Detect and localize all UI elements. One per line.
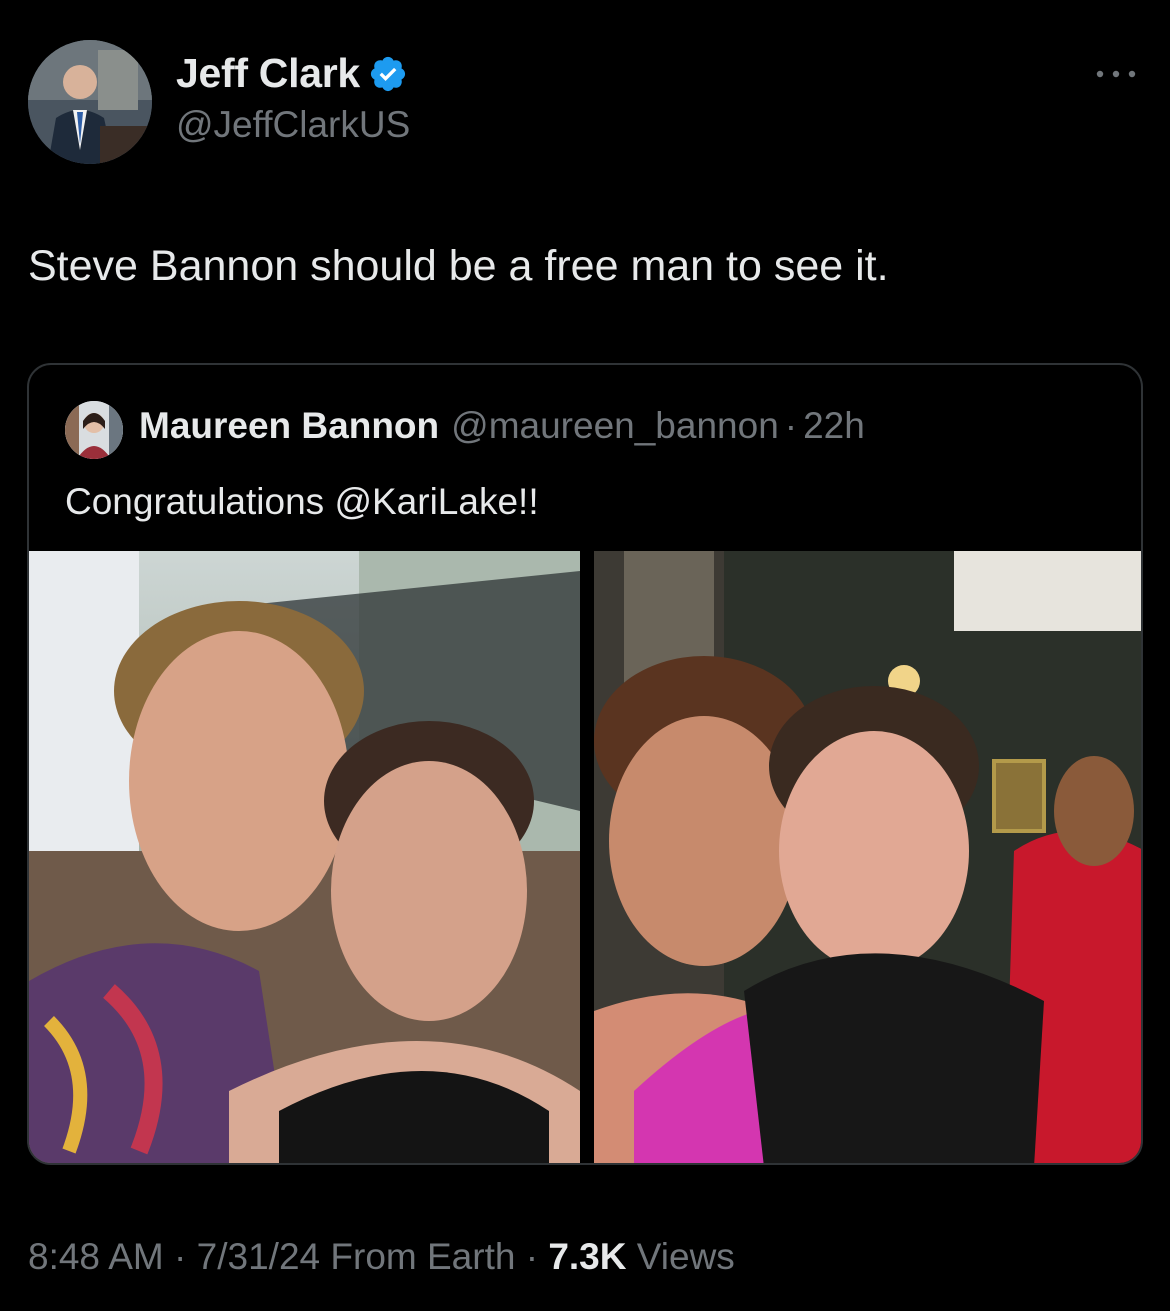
tweet-text: Steve Bannon should be a free man to see… xyxy=(28,242,889,290)
author-display-name[interactable]: Jeff Clark xyxy=(176,50,360,97)
quoted-display-name[interactable]: Maureen Bannon xyxy=(139,405,439,447)
views-count[interactable]: 7.3K xyxy=(548,1236,626,1277)
quoted-photo-2[interactable] xyxy=(594,551,1141,1163)
tweet: Jeff Clark @JeffClarkUS Steve Bannon sho… xyxy=(0,0,1170,1311)
author-handle[interactable]: @JeffClarkUS xyxy=(176,104,410,146)
quoted-photo-1[interactable] xyxy=(29,551,580,1163)
tweet-source: From Earth xyxy=(330,1236,516,1277)
quoted-photo-grid xyxy=(29,551,1141,1163)
tweet-time[interactable]: 8:48 AM xyxy=(28,1236,164,1277)
quoted-author-avatar[interactable] xyxy=(65,401,123,459)
separator-dot: · xyxy=(174,1236,187,1277)
views-label: Views xyxy=(636,1236,735,1277)
separator-dot: · xyxy=(784,405,798,446)
quoted-handle[interactable]: @maureen_bannon xyxy=(451,405,779,447)
separator-dot: · xyxy=(525,1236,539,1277)
tweet-date[interactable]: 7/31/24 xyxy=(197,1236,320,1277)
verified-badge-icon xyxy=(370,56,405,91)
quoted-timestamp[interactable]: 22h xyxy=(803,405,865,447)
author-avatar[interactable] xyxy=(28,40,152,164)
more-horizontal-icon[interactable] xyxy=(1090,60,1142,88)
quoted-tweet-text: Congratulations @KariLake!! xyxy=(65,481,539,522)
photo-divider xyxy=(580,551,594,1163)
tweet-meta: 8:48 AM · 7/31/24 From Earth · 7.3K View… xyxy=(28,1236,735,1278)
quoted-tweet-card[interactable]: Maureen Bannon @maureen_bannon · 22h Con… xyxy=(27,363,1143,1165)
